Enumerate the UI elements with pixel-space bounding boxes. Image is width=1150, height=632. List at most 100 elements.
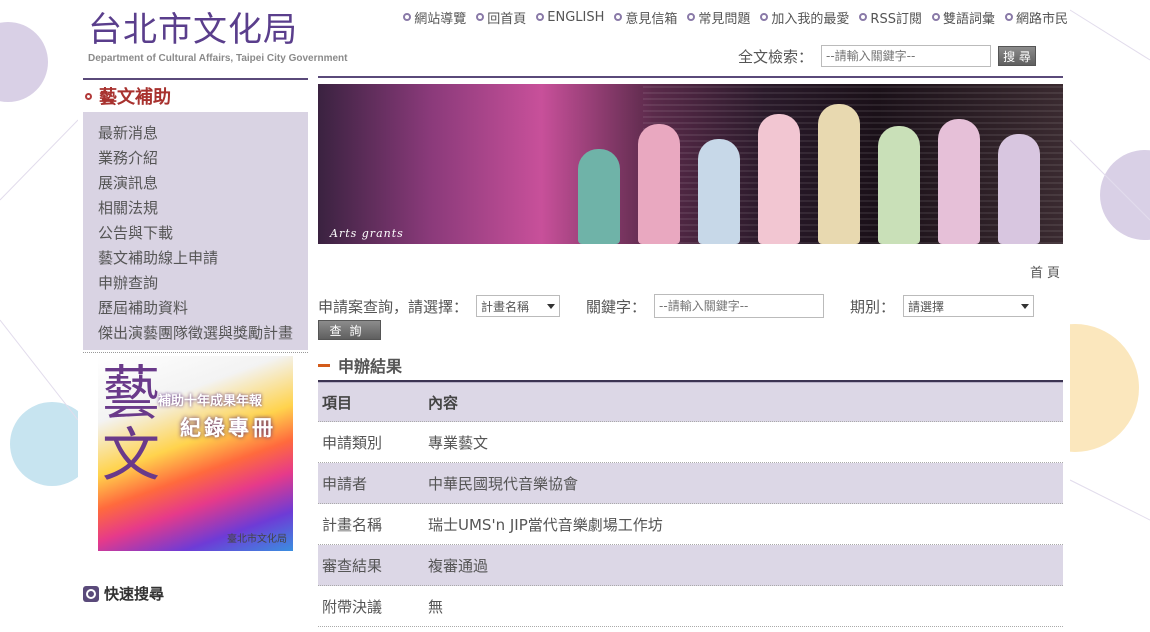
bullet-icon xyxy=(403,13,412,21)
bullet-icon xyxy=(85,92,92,100)
row-key: 申請類別 xyxy=(322,433,383,452)
bullet-icon xyxy=(476,13,485,21)
period-label: 期別： xyxy=(850,297,896,316)
quick-search[interactable]: 快速搜尋 xyxy=(83,583,164,604)
nav-glossary[interactable]: 雙語詞彙 xyxy=(931,8,995,27)
banner-caption: Arts grants xyxy=(330,227,404,240)
nav-label: 網站導覽 xyxy=(414,11,467,27)
select-value: 計畫名稱 xyxy=(481,299,530,314)
sidebar-item-news[interactable]: 最新消息 xyxy=(98,121,308,146)
nav-label: 雙語詞彙 xyxy=(942,11,995,27)
row-key: 申請者 xyxy=(322,474,368,493)
bullet-icon xyxy=(1004,13,1013,21)
keyword-label: 關鍵字： xyxy=(586,297,647,316)
chevron-down-icon xyxy=(1021,303,1030,309)
chevron-down-icon xyxy=(547,303,556,309)
nav-sitemap[interactable]: 網站導覽 xyxy=(403,8,467,27)
row-value: 無 xyxy=(428,597,444,616)
nav-favorites[interactable]: 加入我的最愛 xyxy=(760,8,850,27)
bullet-icon xyxy=(931,13,940,21)
row-key: 計畫名稱 xyxy=(322,515,383,534)
site-logo[interactable]: 台北市文化局 Department of Cultural Affairs, T… xyxy=(88,10,368,68)
row-value: 中華民國現代音樂協會 xyxy=(428,474,579,493)
hero-banner: Arts grants xyxy=(318,84,1063,244)
breadcrumb[interactable]: 首頁 xyxy=(1030,262,1064,281)
promo-line2: 紀錄專冊 xyxy=(180,416,276,440)
section-title: 申辦結果 xyxy=(318,353,402,377)
fulltext-search: 全文檢索： 搜 尋 xyxy=(738,44,1063,68)
sidebar-item-downloads[interactable]: 公告與下載 xyxy=(98,221,308,246)
nav-faq[interactable]: 常見問題 xyxy=(687,8,751,27)
main-content: Arts grants 首頁 申請案查詢，請選擇： 計畫名稱 關鍵字： 期別： … xyxy=(318,76,1063,627)
dancer-figure xyxy=(998,134,1040,244)
nav-label: 回首頁 xyxy=(487,11,527,27)
keyword-input[interactable] xyxy=(654,294,825,318)
search-input[interactable] xyxy=(821,45,992,67)
query-form: 申請案查詢，請選擇： 計畫名稱 關鍵字： 期別： 請選擇 xyxy=(318,294,1063,318)
logo-subtitle: Department of Cultural Affairs, Taipei C… xyxy=(88,53,348,64)
bullet-icon xyxy=(536,13,545,21)
table-row: 計畫名稱 瑞士UMS'n JIP當代音樂劇場工作坊 xyxy=(318,504,1063,545)
main-top-rule xyxy=(318,76,1063,78)
search-button[interactable]: 搜 尋 xyxy=(998,46,1037,66)
dancer-figure xyxy=(938,119,980,244)
dancer-figure xyxy=(758,114,800,244)
query-label: 申請案查詢，請選擇： xyxy=(318,297,469,316)
sidebar: 藝文補助 最新消息 業務介紹 展演訊息 相關法規 公告與下載 藝文補助線上申請 … xyxy=(83,78,308,603)
nav-english[interactable]: ENGLISH xyxy=(536,8,604,26)
query-type-select[interactable]: 計畫名稱 xyxy=(476,295,561,317)
logo-title: 台北市文化局 xyxy=(88,10,298,50)
table-row: 申請類別 專業藝文 xyxy=(318,422,1063,463)
table-row: 申請者 中華民國現代音樂協會 xyxy=(318,463,1063,504)
sidebar-item-status-query[interactable]: 申辦查詢 xyxy=(98,271,308,296)
bullet-icon xyxy=(614,13,623,21)
sidebar-header: 藝文補助 xyxy=(83,78,308,112)
nav-label: ENGLISH xyxy=(547,9,605,25)
row-value: 專業藝文 xyxy=(428,433,489,452)
select-value: 請選擇 xyxy=(908,299,945,314)
bullet-icon xyxy=(760,13,769,21)
quick-search-label: 快速搜尋 xyxy=(104,585,165,603)
promo-banner[interactable]: 藝文 補助十年成果年報 紀錄專冊 臺北市文化局 xyxy=(98,356,293,551)
promo-line1: 補助十年成果年報 xyxy=(158,394,263,409)
sidebar-item-events[interactable]: 展演訊息 xyxy=(98,171,308,196)
period-select[interactable]: 請選擇 xyxy=(903,295,1035,317)
dancer-figure xyxy=(698,139,740,244)
nav-home[interactable]: 回首頁 xyxy=(476,8,527,27)
query-button[interactable]: 查詢 xyxy=(318,320,381,340)
nav-label: 意見信箱 xyxy=(625,11,678,27)
nav-citizen[interactable]: 網路市民 xyxy=(1004,8,1068,27)
sidebar-item-outstanding-groups[interactable]: 傑出演藝團隊徵選與獎勵計畫 xyxy=(98,321,308,346)
nav-label: 常見問題 xyxy=(698,11,751,27)
header-cell: 項目 xyxy=(322,393,353,412)
sidebar-item-online-apply[interactable]: 藝文補助線上申請 xyxy=(98,246,308,271)
magnifier-icon xyxy=(83,585,99,602)
header-cell: 內容 xyxy=(428,393,459,412)
bullet-icon xyxy=(687,13,696,21)
nav-feedback[interactable]: 意見信箱 xyxy=(614,8,678,27)
dancer-figure xyxy=(638,124,680,244)
title-marker xyxy=(318,363,330,367)
sidebar-menu: 最新消息 業務介紹 展演訊息 相關法規 公告與下載 藝文補助線上申請 申辦查詢 … xyxy=(83,112,308,350)
search-label: 全文檢索： xyxy=(738,47,814,66)
section-title-text: 申辦結果 xyxy=(338,357,403,376)
row-key: 審查結果 xyxy=(322,556,383,575)
dancer-figure xyxy=(818,104,860,244)
sidebar-item-regulations[interactable]: 相關法規 xyxy=(98,196,308,221)
nav-label: 網路市民 xyxy=(1015,11,1068,27)
sidebar-divider xyxy=(83,352,308,353)
top-nav: 網站導覽 回首頁 ENGLISH 意見信箱 常見問題 加入我的最愛 RSS訂閱 … xyxy=(376,8,1068,27)
page-container: 台北市文化局 Department of Cultural Affairs, T… xyxy=(78,0,1070,632)
nav-label: RSS訂閱 xyxy=(870,11,922,27)
table-row: 審查結果 複審通過 xyxy=(318,545,1063,586)
sidebar-item-services[interactable]: 業務介紹 xyxy=(98,146,308,171)
dancer-figure xyxy=(878,126,920,244)
sidebar-item-past-grants[interactable]: 歷屆補助資料 xyxy=(98,296,308,321)
sidebar-title: 藝文補助 xyxy=(99,87,171,108)
nav-label: 加入我的最愛 xyxy=(771,11,850,27)
promo-line3: 臺北市文化局 xyxy=(227,534,287,545)
table-header-row: 項目 內容 xyxy=(318,383,1063,422)
promo-calligraphy: 藝文 xyxy=(102,359,161,489)
table-row: 附帶決議 無 xyxy=(318,586,1063,627)
nav-rss[interactable]: RSS訂閱 xyxy=(859,8,922,27)
